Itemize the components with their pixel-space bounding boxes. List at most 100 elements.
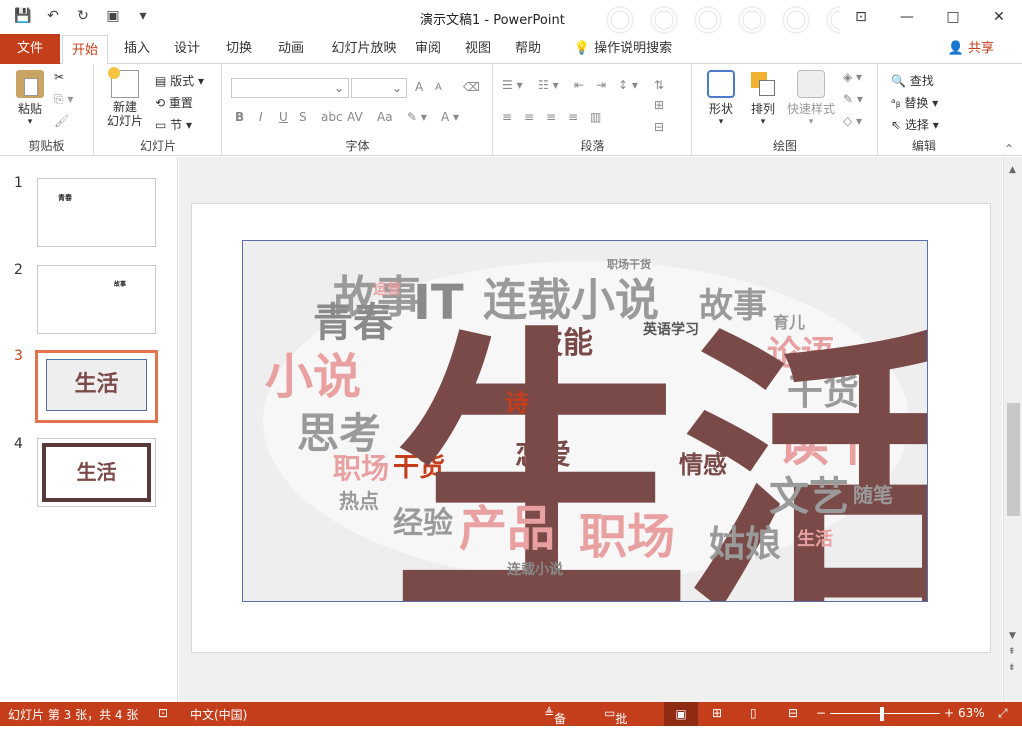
customize-qat-icon[interactable]: ▾ (134, 7, 152, 25)
spellcheck-icon[interactable]: ⊡ (158, 706, 168, 720)
share-button[interactable]: 👤 共享 (948, 34, 994, 64)
align-center-icon[interactable]: ≡ (524, 110, 534, 124)
tab-view[interactable]: 视图 (460, 34, 496, 64)
paragraph-label: 段落 (580, 139, 605, 153)
find-button[interactable]: 🔍 查找 (891, 72, 934, 89)
reading-view-icon[interactable]: ▯ (750, 706, 757, 720)
next-slide-icon[interactable]: ⇟ (1008, 663, 1016, 673)
word-cloud-image[interactable]: 故事 IT 连载小说 故事 青春 技能 小说 论语 干货 思考 读书 职场 干货… (242, 240, 928, 602)
text-direction-icon[interactable]: ⇅ (654, 78, 664, 92)
vertical-scrollbar[interactable]: ▲ ▼ ⇞ ⇟ (1003, 157, 1022, 702)
normal-view-button[interactable]: ▣ (664, 702, 698, 726)
paste-button[interactable]: 粘贴 ▾ (12, 70, 48, 127)
comments-button[interactable]: ▭ 批注 (604, 706, 627, 743)
numbering-icon[interactable]: ☷ ▾ (538, 78, 559, 92)
zoom-out-icon[interactable]: − (816, 706, 826, 720)
cloud-word: 英语学习 (643, 322, 699, 338)
shadow-button[interactable]: S (299, 110, 307, 124)
minimize-button[interactable]: — (884, 0, 930, 34)
select-button[interactable]: ⇖ 选择 ▾ (891, 116, 939, 133)
find-icon: 🔍 (891, 74, 906, 88)
line-spacing-icon[interactable]: ↕ ▾ (618, 78, 638, 92)
font-size-select[interactable]: ⌄ (351, 78, 407, 98)
indent-increase-icon[interactable]: ⇥ (596, 78, 606, 92)
align-text-icon[interactable]: ⊞ (654, 98, 664, 112)
zoom-level[interactable]: 63% (958, 706, 985, 720)
save-icon[interactable]: 💾 (14, 7, 32, 25)
cut-icon[interactable]: ✂ (54, 70, 64, 84)
thumb-number: 4 (14, 436, 23, 452)
present-icon[interactable]: ▣ (104, 7, 122, 25)
tab-insert[interactable]: 插入 (116, 34, 158, 64)
scroll-thumb[interactable] (1007, 403, 1020, 516)
slide-thumbnail-pane: 1 青春 2 故事 3 生活 4 生活 (0, 157, 178, 702)
tell-me-search[interactable]: 💡 操作说明搜索 (568, 34, 678, 64)
new-slide-icon (108, 67, 139, 98)
close-button[interactable]: ✕ (976, 0, 1022, 34)
scroll-down-icon[interactable]: ▼ (1009, 631, 1016, 641)
replace-button[interactable]: ᵃᵦ 替换 ▾ (891, 94, 938, 111)
char-spacing-button[interactable]: AV (347, 110, 363, 124)
collapse-ribbon-icon[interactable]: ⌃ (1004, 142, 1014, 156)
indent-decrease-icon[interactable]: ⇤ (574, 78, 584, 92)
fit-slide-icon[interactable]: ⤢ (998, 706, 1008, 721)
highlight-icon[interactable]: ✎ ▾ (407, 110, 427, 124)
tab-review[interactable]: 审阅 (410, 34, 446, 64)
clear-format-icon[interactable]: ⌫ (463, 80, 480, 94)
language-indicator[interactable]: 中文(中国) (190, 706, 247, 723)
shapes-button[interactable]: 形状 ▾ (701, 70, 741, 127)
slide-thumbnail-2[interactable]: 故事 (37, 265, 156, 334)
slide-thumbnail-1[interactable]: 青春 (37, 178, 156, 247)
font-color-icon[interactable]: A ▾ (441, 110, 459, 124)
layout-label: 版式 (170, 74, 195, 88)
reset-button[interactable]: ⟲ 重置 (155, 94, 193, 111)
shape-fill-icon[interactable]: ◈ ▾ (843, 70, 862, 84)
change-case-button[interactable]: Aa (377, 110, 393, 124)
shrink-font-icon[interactable]: A (435, 82, 442, 93)
tab-help[interactable]: 帮助 (510, 34, 546, 64)
thumb-number: 2 (14, 262, 23, 278)
tab-transitions[interactable]: 切换 (218, 34, 260, 64)
italic-button[interactable]: I (259, 110, 263, 124)
thumb-text: 生活 (42, 443, 151, 502)
notes-button[interactable]: ≜ 备注 (544, 706, 566, 743)
zoom-slider-track[interactable] (830, 713, 940, 714)
grow-font-icon[interactable]: A (415, 80, 423, 94)
slideshow-icon[interactable]: ⊟ (788, 706, 798, 720)
format-painter-icon[interactable]: 🖌 (54, 114, 69, 128)
tab-home[interactable]: 开始 (62, 35, 108, 65)
tab-file[interactable]: 文件 (0, 34, 60, 64)
zoom-slider-thumb[interactable] (880, 707, 884, 721)
align-left-icon[interactable]: ≡ (502, 110, 512, 124)
tab-animations[interactable]: 动画 (270, 34, 312, 64)
ribbon-display-icon[interactable]: ⊡ (838, 0, 884, 34)
maximize-button[interactable]: □ (930, 0, 976, 34)
scroll-up-icon[interactable]: ▲ (1009, 165, 1016, 175)
justify-icon[interactable]: ≡ (568, 110, 578, 124)
underline-button[interactable]: U (279, 110, 288, 124)
slide-thumbnail-3[interactable]: 生活 (35, 350, 158, 423)
quick-styles-button[interactable]: 快速样式 ▾ (785, 70, 837, 127)
shape-outline-icon[interactable]: ✎ ▾ (843, 92, 863, 106)
smartart-icon[interactable]: ⊟ (654, 120, 664, 134)
slide-thumbnail-4[interactable]: 生活 (37, 438, 156, 507)
tab-slideshow[interactable]: 幻灯片放映 (324, 34, 404, 64)
bold-button[interactable]: B (235, 110, 244, 124)
redo-icon[interactable]: ↻ (74, 7, 92, 25)
new-slide-button[interactable]: 新建 幻灯片 (101, 67, 149, 128)
bullets-icon[interactable]: ☰ ▾ (502, 78, 523, 92)
shape-effects-icon[interactable]: ◇ ▾ (843, 114, 862, 128)
undo-icon[interactable]: ↶ (44, 7, 62, 25)
zoom-in-icon[interactable]: + (944, 706, 954, 720)
copy-icon[interactable]: ⎘ ▾ (54, 92, 73, 107)
arrange-button[interactable]: 排列 ▾ (743, 70, 783, 127)
layout-button[interactable]: ▤ 版式 ▾ (155, 72, 204, 89)
slide-sorter-icon[interactable]: ⊞ (712, 706, 722, 720)
prev-slide-icon[interactable]: ⇞ (1008, 647, 1016, 657)
section-button[interactable]: ▭ 节 ▾ (155, 116, 192, 133)
strikethrough-icon[interactable]: abc (321, 110, 343, 124)
font-family-select[interactable]: ⌄ (231, 78, 349, 98)
columns-icon[interactable]: ▥ (590, 110, 601, 124)
align-right-icon[interactable]: ≡ (546, 110, 556, 124)
tab-design[interactable]: 设计 (166, 34, 208, 64)
